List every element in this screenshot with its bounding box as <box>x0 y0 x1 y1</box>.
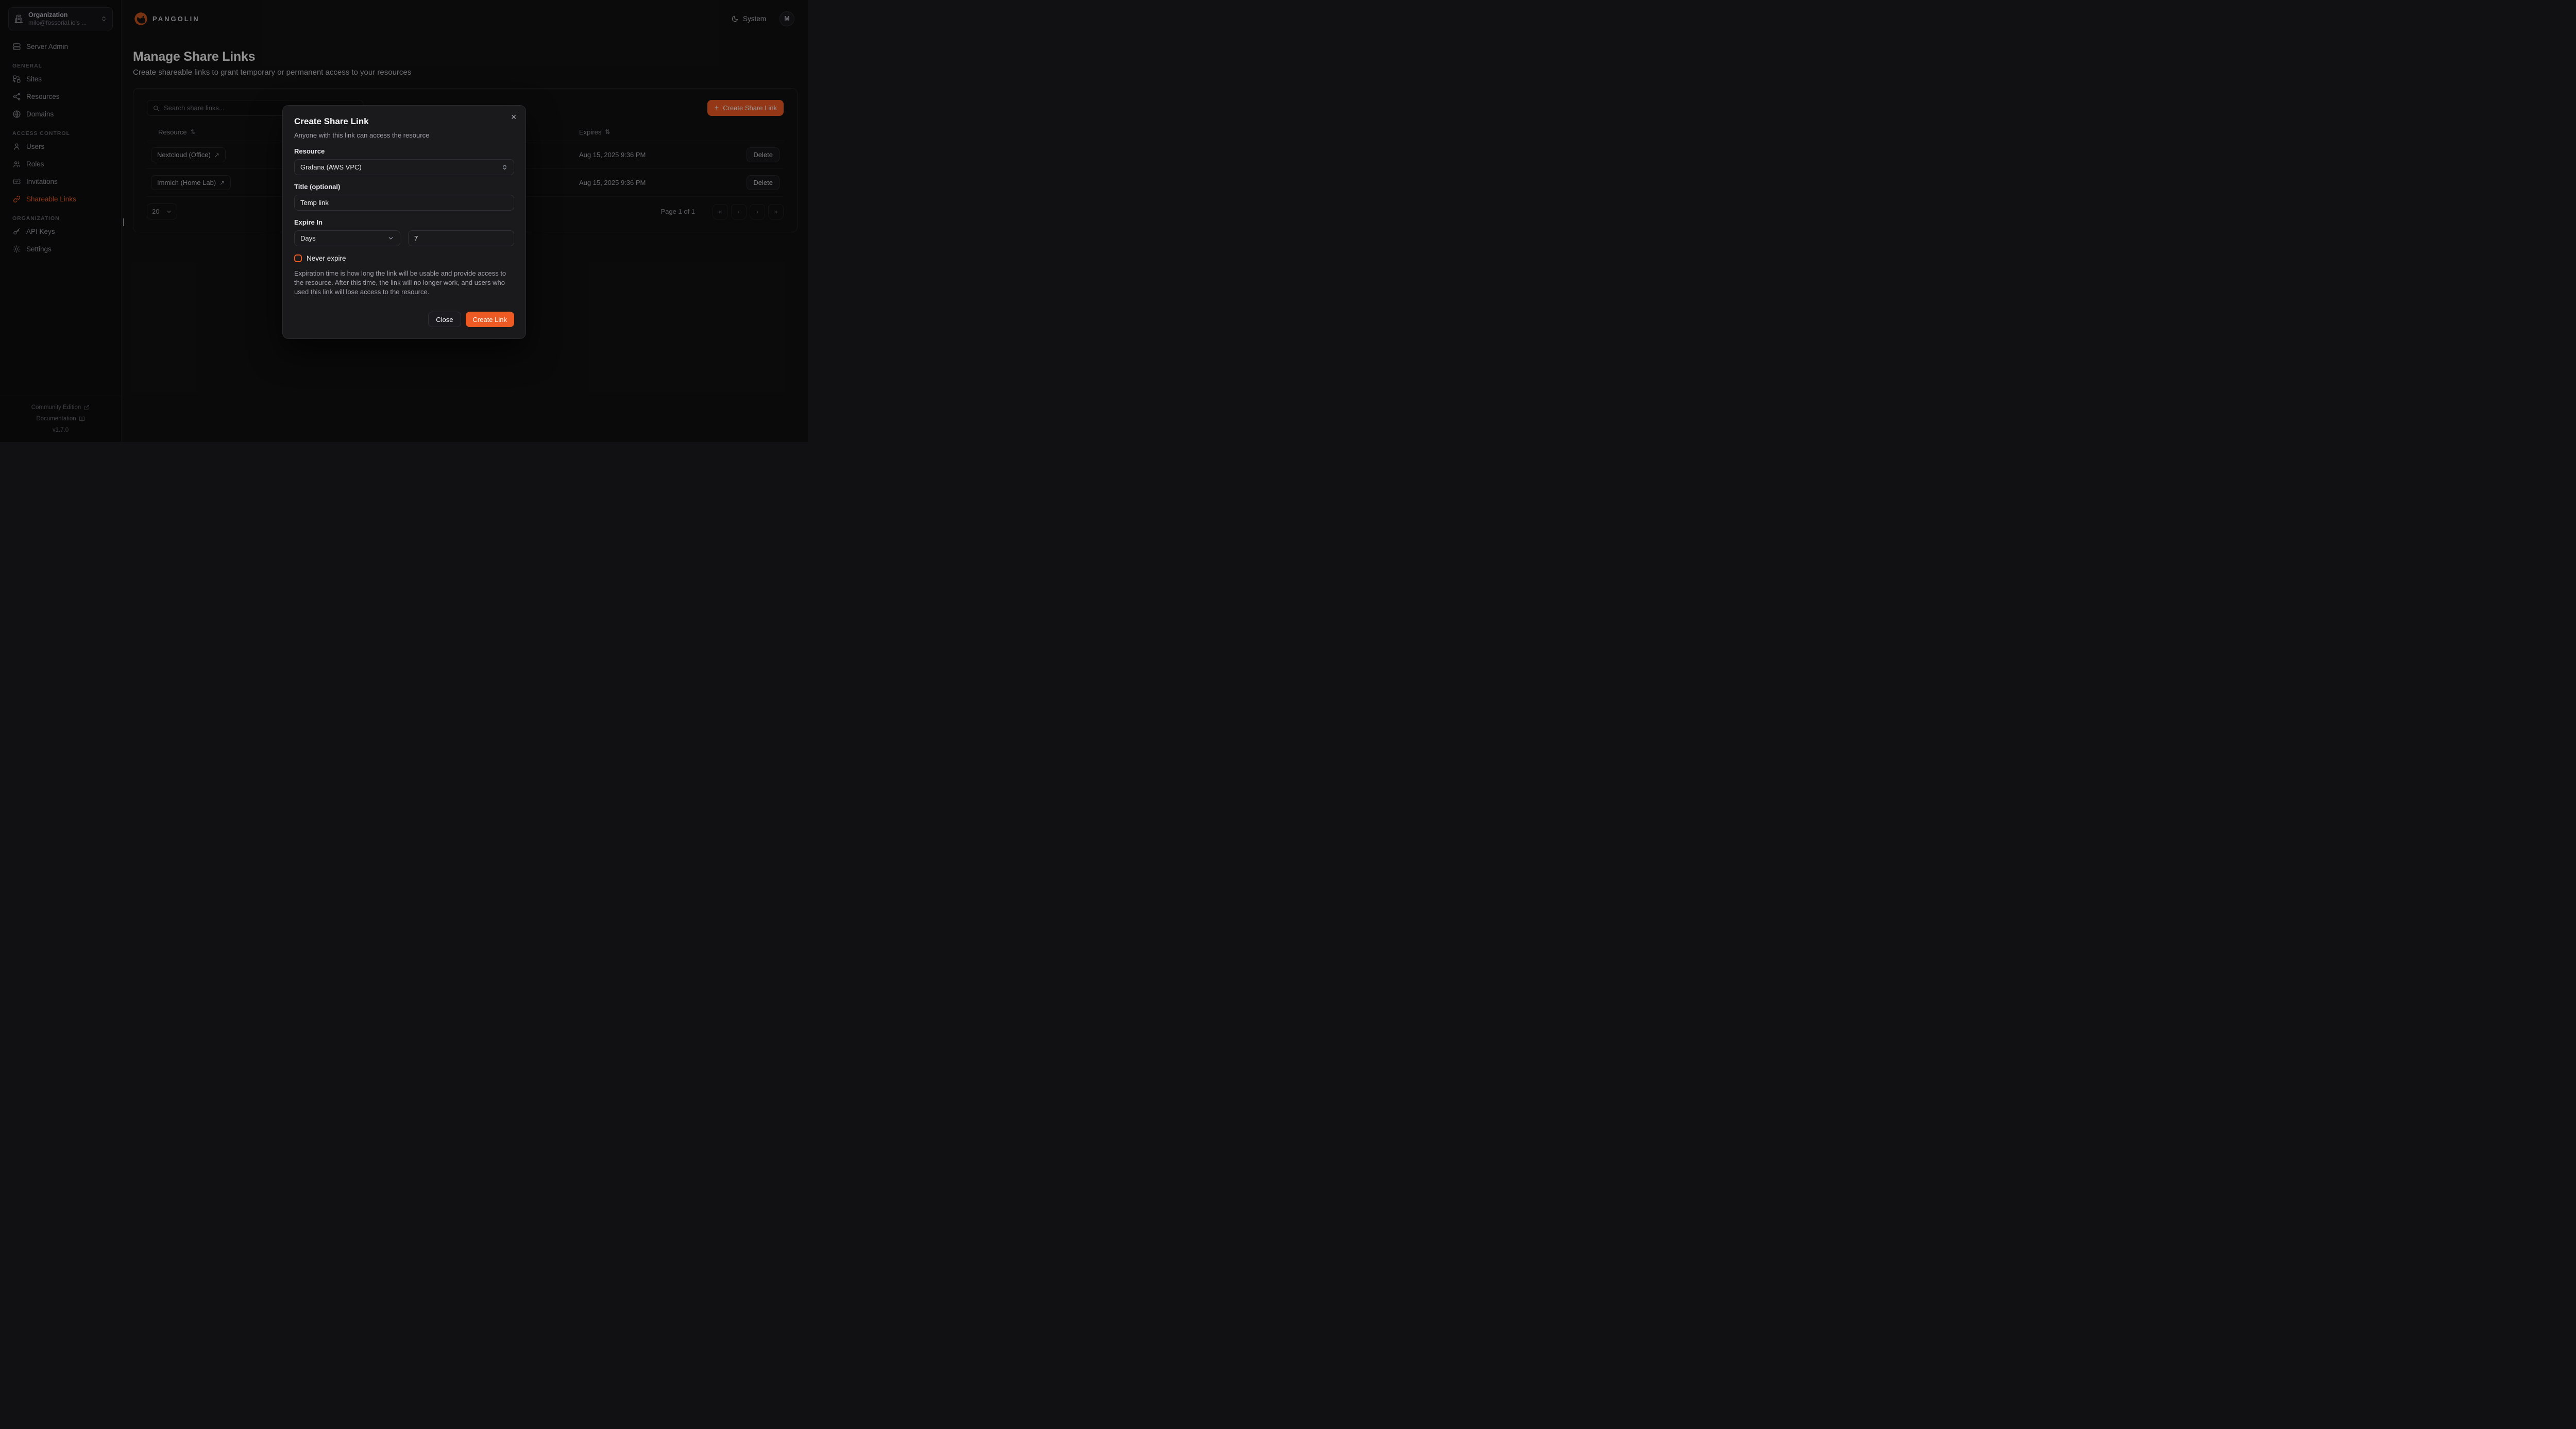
never-expire-label: Never expire <box>307 254 346 262</box>
resource-select-value: Grafana (AWS VPC) <box>300 163 362 171</box>
title-field <box>294 195 514 211</box>
resource-select[interactable]: Grafana (AWS VPC) <box>294 159 514 175</box>
expire-amount-input[interactable] <box>414 234 508 242</box>
expire-field-label: Expire In <box>294 218 514 227</box>
chevron-down-icon <box>387 235 394 242</box>
title-input[interactable] <box>300 199 508 207</box>
modal-title: Create Share Link <box>294 116 514 127</box>
expiration-description: Expiration time is how long the link wil… <box>294 269 514 297</box>
expire-unit-value: Days <box>300 234 316 242</box>
title-field-label: Title (optional) <box>294 183 514 191</box>
modal-subtitle: Anyone with this link can access the res… <box>294 131 514 139</box>
chevrons-up-down-icon <box>501 164 508 171</box>
resource-field-label: Resource <box>294 147 514 156</box>
expire-amount-field <box>408 230 514 246</box>
modal-footer: Close Create Link <box>428 312 514 327</box>
close-button[interactable]: Close <box>428 312 461 327</box>
expire-row: Days <box>294 227 514 246</box>
create-share-link-modal: ✕ Create Share Link Anyone with this lin… <box>282 105 526 339</box>
expire-unit-select[interactable]: Days <box>294 230 400 246</box>
close-icon[interactable]: ✕ <box>511 113 517 121</box>
create-link-button[interactable]: Create Link <box>466 312 514 327</box>
never-expire-checkbox[interactable] <box>294 254 302 262</box>
never-expire-row: Never expire <box>294 254 514 262</box>
